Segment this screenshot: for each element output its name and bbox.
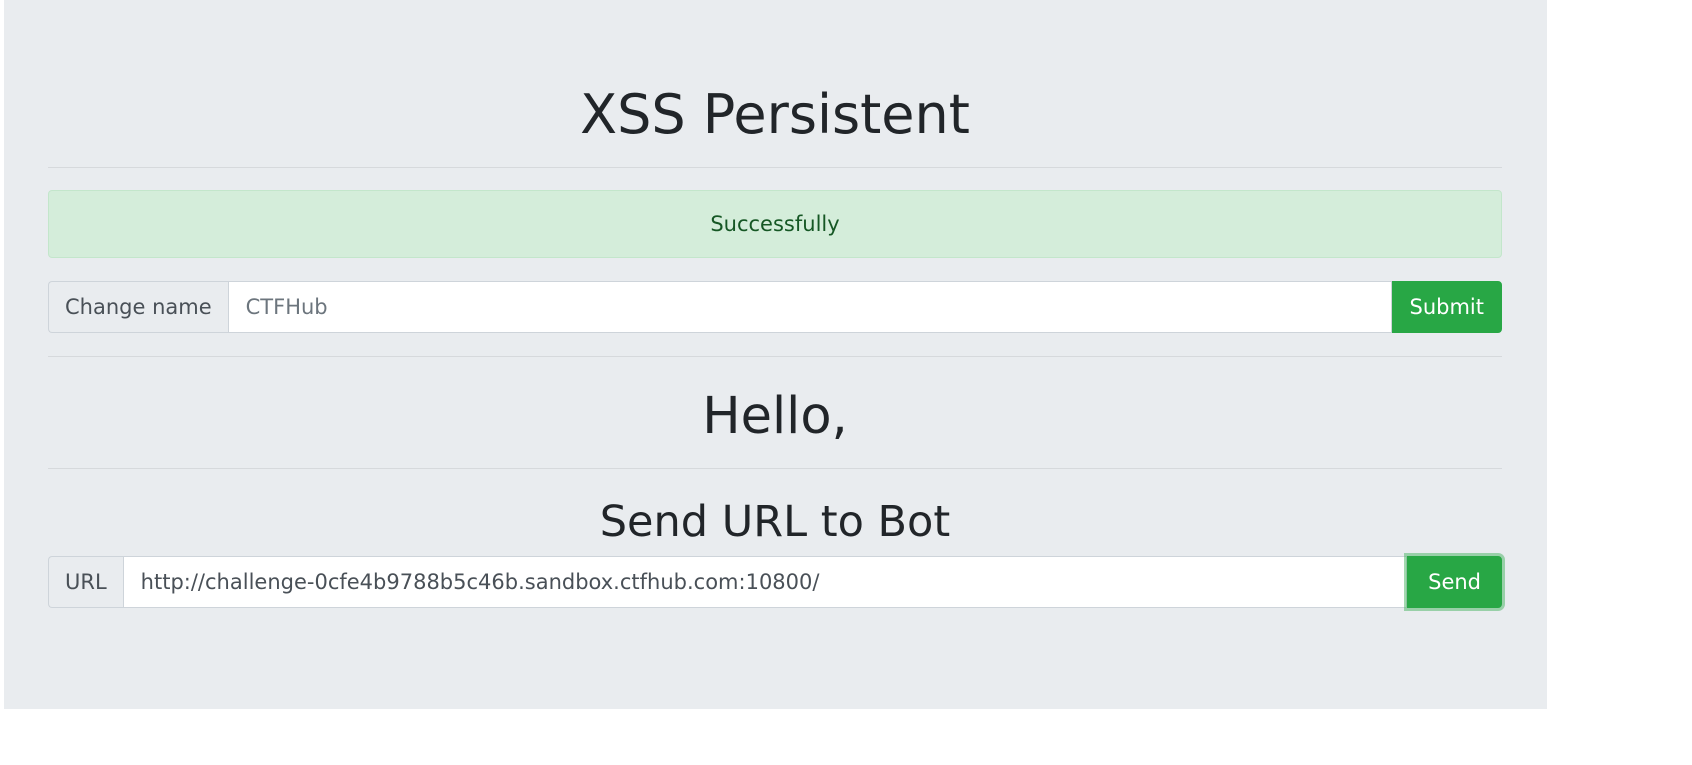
page-margin <box>1547 0 1692 765</box>
name-input[interactable]: CTFHub <box>227 281 1392 333</box>
page-title: XSS Persistent <box>580 83 970 146</box>
jumbotron: XSS Persistent Successfully Change name … <box>4 0 1547 709</box>
success-alert: Successfully <box>48 190 1502 258</box>
divider-bottom <box>48 468 1502 469</box>
change-name-form: Change name CTFHub Submit <box>48 281 1502 333</box>
send-url-form: URL http://challenge-0cfe4b9788b5c46b.sa… <box>48 556 1502 608</box>
send-url-heading: Send URL to Bot <box>599 497 951 547</box>
greeting-heading: Hello, <box>702 387 848 446</box>
submit-button[interactable]: Submit <box>1391 281 1502 333</box>
send-button[interactable]: Send <box>1407 556 1502 608</box>
divider-top <box>48 167 1502 168</box>
url-label: URL <box>48 556 123 608</box>
change-name-label: Change name <box>48 281 228 333</box>
url-input[interactable]: http://challenge-0cfe4b9788b5c46b.sandbo… <box>122 556 1408 608</box>
divider-middle <box>48 356 1502 357</box>
